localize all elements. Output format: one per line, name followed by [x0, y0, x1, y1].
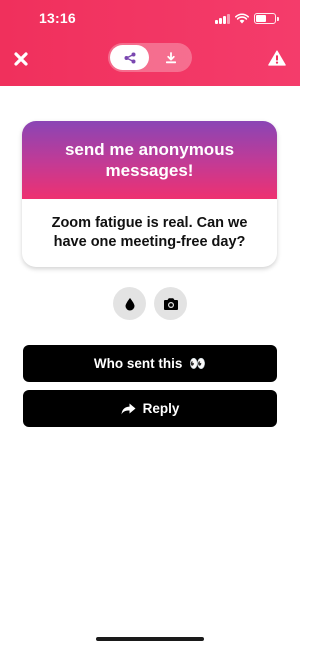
message-card: send me anonymous messages! Zoom fatigue…	[22, 121, 277, 267]
eyes-emoji: 👀	[189, 355, 207, 371]
report-button[interactable]	[266, 47, 288, 69]
share-icon	[124, 52, 135, 63]
download-icon	[165, 51, 176, 63]
reply-label: Reply	[142, 401, 180, 416]
share-download-toggle	[108, 43, 192, 72]
close-button[interactable]	[10, 48, 32, 70]
status-icons	[215, 11, 279, 25]
signal-icon	[215, 13, 230, 24]
reply-button[interactable]: Reply	[23, 390, 277, 427]
top-bar: 13:16	[0, 0, 300, 86]
close-icon	[14, 52, 28, 66]
camera-icon	[163, 297, 178, 310]
warning-icon	[268, 50, 286, 66]
color-button[interactable]	[113, 287, 146, 320]
card-message: Zoom fatigue is real. Can we have one me…	[51, 215, 248, 250]
who-sent-this-label: Who sent this	[93, 356, 183, 371]
status-time: 13:16	[39, 10, 76, 26]
download-tab[interactable]	[151, 45, 190, 70]
battery-icon	[254, 12, 279, 24]
who-sent-this-button[interactable]: Who sent this 👀	[23, 345, 277, 382]
home-indicator	[96, 637, 204, 641]
share-tab[interactable]	[110, 45, 149, 70]
water-drop-icon	[125, 297, 134, 310]
card-prompt: send me anonymous messages!	[22, 121, 277, 199]
wifi-icon	[235, 12, 249, 23]
camera-button[interactable]	[154, 287, 187, 320]
reply-arrow-icon	[121, 403, 136, 414]
